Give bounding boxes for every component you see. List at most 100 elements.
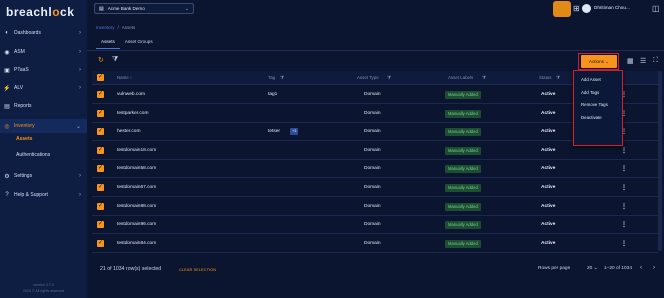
sidebar-item-reports[interactable]: ▤ Reports (0, 99, 87, 113)
version-text: version 3.7.0 (33, 283, 54, 287)
table-row[interactable]: ✓ testdomain58.com Domain Manually Added Act… (92, 160, 658, 179)
status-text: Active (541, 147, 556, 153)
asset-name[interactable]: testdomain18.com (117, 148, 156, 153)
filter-icon[interactable]: ⧩ (556, 75, 560, 80)
status-text: Active (541, 203, 556, 209)
breadcrumb-inventory[interactable]: Inventory (96, 25, 115, 30)
menu-item-deactivate[interactable]: Deactivate (581, 115, 602, 120)
status-text: Active (541, 185, 556, 190)
row-menu-icon[interactable]: ⋮ (621, 240, 627, 247)
alv-icon: ⚡ (3, 85, 11, 92)
row-menu-icon[interactable]: ⋮ (621, 147, 627, 154)
selection-count: 21 of 1034 row(s) selected (100, 266, 162, 272)
column-header-asset-type[interactable]: Asset Type (357, 75, 379, 80)
sidebar-item-label: ALV (14, 85, 24, 91)
expand-icon[interactable]: ⛶ (653, 57, 658, 65)
asset-type: Domain (364, 185, 381, 190)
asset-type: Domain (364, 166, 381, 172)
asset-name[interactable]: testdomain88.com (117, 204, 156, 209)
sidebar-item-help-support[interactable]: ? Help & Support › (0, 188, 87, 202)
inventory-icon: ◎ (4, 123, 10, 130)
rows-per-page-select[interactable]: 20 ⌄ (587, 266, 598, 271)
column-header-name[interactable]: Name ↑ (117, 75, 132, 80)
prev-page-icon[interactable]: ‹ (640, 265, 642, 271)
table-row[interactable]: ✓ testdomain67.com Domain Manually Added Act… (92, 179, 658, 197)
table-row[interactable]: ✓ testdomain88.com Domain Manually Added Act… (92, 198, 658, 216)
tabs: Assets Asset Groups (96, 37, 158, 49)
filter-icon[interactable]: ⧩ (387, 75, 391, 80)
column-header-asset-labels[interactable]: Asset Labels (448, 75, 473, 80)
ptaas-icon: ▣ (4, 67, 10, 74)
scrollbar[interactable] (658, 71, 662, 251)
next-page-icon[interactable]: › (653, 265, 655, 271)
row-checkbox[interactable]: ✓ (97, 91, 104, 98)
sidebar-item-dashboards[interactable]: ◐ Dashboards › (0, 26, 87, 40)
row-checkbox[interactable]: ✓ (97, 165, 104, 173)
sidebar-item-inventory[interactable]: ◎ Inventory ⌄ (0, 119, 87, 133)
menu-item-add-tags[interactable]: Add Tags (581, 90, 599, 95)
rows-per-page-label: Rows per page (538, 266, 571, 271)
asset-name[interactable]: hester.com (117, 129, 140, 134)
asset-name[interactable]: testdomain67.com (117, 185, 156, 190)
sidebar-subitem-authentications[interactable]: Authentications (16, 152, 50, 158)
brand-logo[interactable]: breachlock (6, 5, 74, 19)
sidebar-item-alv[interactable]: ⚡ ALV › (0, 81, 87, 95)
chat-icon[interactable]: ◫ (652, 4, 660, 13)
chevron-right-icon: › (79, 173, 81, 179)
asset-name[interactable]: testdomain84.com (117, 241, 156, 246)
promo-bag-icon[interactable] (553, 1, 571, 17)
tab-assets[interactable]: Assets (96, 37, 120, 49)
row-checkbox[interactable]: ✓ (97, 239, 104, 247)
row-checkbox[interactable]: ✓ (97, 146, 104, 154)
tag-more-badge[interactable]: +3 (290, 128, 299, 136)
column-header-tag[interactable]: Tag (268, 75, 275, 80)
refresh-icon[interactable]: ↻ (98, 56, 104, 64)
menu-item-remove-tags[interactable]: Remove Tags (581, 102, 608, 107)
building-icon: ▤ (99, 5, 104, 12)
apps-grid-icon[interactable]: ⊞ (573, 4, 580, 13)
asset-type: Domain (364, 203, 381, 209)
row-checkbox[interactable]: ✓ (97, 109, 104, 117)
sidebar-item-asm[interactable]: ◉ ASM › (0, 45, 87, 59)
filter-icon[interactable]: ⧩ (280, 75, 284, 80)
row-checkbox[interactable]: ✓ (97, 221, 104, 229)
row-checkbox[interactable]: ✓ (97, 202, 104, 210)
asset-name[interactable]: testdomain58.com (117, 166, 156, 171)
asset-tag: tetser (268, 129, 280, 135)
sidebar-item-ptaas[interactable]: ▣ PTaaS › (0, 63, 87, 77)
select-all-checkbox[interactable]: ✓ (97, 74, 104, 81)
asset-name[interactable]: testparker.com (117, 111, 148, 116)
grid-view-icon[interactable]: ▦ (627, 57, 634, 65)
avatar[interactable] (582, 4, 591, 13)
sidebar-item-label: Settings (14, 173, 33, 179)
row-menu-icon[interactable]: ⋮ (621, 184, 627, 191)
tab-asset-groups[interactable]: Asset Groups (120, 37, 158, 49)
user-name[interactable]: Dhritiman Chou... (594, 5, 630, 10)
sidebar-subitem-assets[interactable]: Assets (16, 136, 32, 142)
status-text: Active (541, 222, 556, 228)
table-row[interactable]: ✓ testdomain84.com Domain Manually Added Act… (92, 235, 658, 253)
clear-selection-button[interactable]: CLEAR SELECTION (179, 267, 216, 272)
chevron-down-icon: ⌄ (75, 123, 81, 130)
filter-icon[interactable]: ⧩ (112, 56, 118, 64)
sidebar-item-label: PTaaS (14, 67, 29, 73)
table-row[interactable]: ✓ testdomain96.com Domain Manually Added Act… (92, 216, 658, 235)
org-select[interactable]: ▤ Acme Bank Demo ⌄ (94, 3, 194, 14)
chevron-right-icon: › (79, 30, 81, 36)
filter-icon[interactable]: ⧩ (482, 75, 486, 80)
asset-name[interactable]: testdomain96.com (117, 222, 156, 227)
row-checkbox[interactable]: ✓ (97, 128, 104, 136)
chevron-right-icon: › (79, 85, 81, 91)
list-view-icon[interactable]: ☰ (640, 57, 646, 65)
row-checkbox[interactable]: ✓ (97, 184, 104, 191)
row-menu-icon[interactable]: ⋮ (621, 221, 627, 228)
asset-label-badge: Manually Added (445, 165, 481, 174)
menu-item-add-asset[interactable]: Add Asset (581, 77, 601, 82)
reports-icon: ▤ (4, 103, 10, 110)
column-header-status[interactable]: Status (539, 75, 551, 80)
sidebar-item-settings[interactable]: ⚙ Settings › (0, 169, 87, 183)
asset-name[interactable]: vulnweb.com (117, 92, 145, 97)
row-menu-icon[interactable]: ⋮ (621, 165, 627, 172)
pagination-range: 1–20 of 1034 (604, 266, 633, 271)
row-menu-icon[interactable]: ⋮ (621, 203, 627, 210)
